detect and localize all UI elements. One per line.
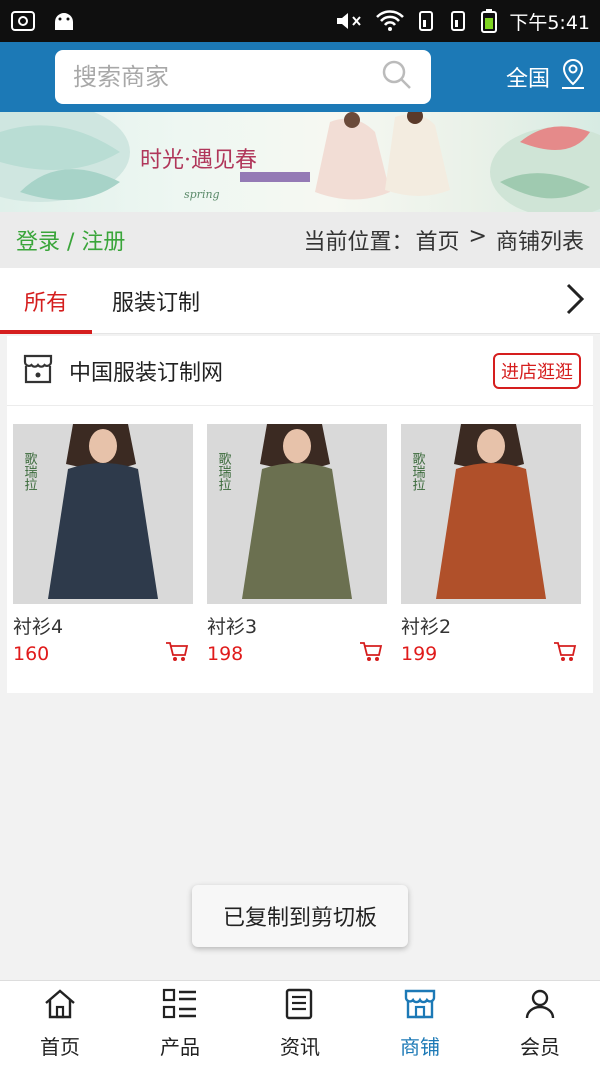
banner-illustration: [0, 112, 600, 212]
nav-news[interactable]: 资讯: [240, 981, 360, 1067]
category-tabs: 所有 服装订制: [0, 268, 600, 334]
store-card: 中国服装订制网 进店逛逛 歌瑞拉 衬衫4 160 歌瑞拉 衬衫3 198 歌瑞拉…: [7, 336, 593, 693]
nav-home[interactable]: 首页: [0, 981, 120, 1067]
status-bar: 下午5:41: [0, 0, 600, 42]
toast-message: 已复制到剪切板: [192, 885, 408, 947]
product-price: 199: [401, 643, 438, 665]
region-label: 全国: [505, 67, 550, 92]
chevron-right-icon[interactable]: [564, 282, 586, 320]
product-image[interactable]: 歌瑞拉: [207, 424, 387, 604]
cart-icon[interactable]: [553, 641, 577, 667]
visit-store-button[interactable]: 进店逛逛: [493, 352, 581, 389]
product-name[interactable]: 衬衫3: [207, 612, 387, 639]
nav-member-label: 会员: [520, 1035, 560, 1059]
news-icon: [284, 988, 316, 1025]
brand-mark: 歌瑞拉: [216, 452, 232, 491]
search-box[interactable]: [55, 50, 431, 104]
cart-icon[interactable]: [359, 641, 383, 667]
location-pin-icon: [558, 58, 588, 96]
home-icon: [43, 988, 77, 1025]
product-name[interactable]: 衬衫2: [401, 612, 581, 639]
nav-stores-label: 商铺: [400, 1035, 440, 1059]
search-input[interactable]: [73, 63, 381, 91]
store-icon: [403, 988, 437, 1025]
tab-all[interactable]: 所有: [0, 268, 92, 334]
product-image[interactable]: 歌瑞拉: [401, 424, 581, 604]
brand-mark: 歌瑞拉: [22, 452, 38, 491]
wifi-icon: [375, 10, 405, 32]
nav-home-label: 首页: [40, 1035, 80, 1059]
store-icon: [21, 352, 55, 390]
screenshot-icon: [10, 10, 36, 32]
nav-news-label: 资讯: [280, 1035, 320, 1059]
user-icon: [524, 988, 556, 1025]
product-item[interactable]: 歌瑞拉 衬衫3 198: [207, 424, 387, 667]
breadcrumb-prefix: 当前位置：: [303, 230, 414, 255]
product-list: 歌瑞拉 衬衫4 160 歌瑞拉 衬衫3 198 歌瑞拉 衬衫2 199: [7, 406, 593, 667]
breadcrumb-separator: >: [461, 224, 494, 249]
sim2-signal-icon: [449, 10, 469, 32]
cart-icon[interactable]: [165, 641, 189, 667]
region-selector[interactable]: 全国: [506, 58, 588, 96]
bottom-nav: 首页 产品 资讯 商铺 会员: [0, 980, 600, 1067]
mute-icon: [335, 10, 363, 32]
store-header: 中国服装订制网 进店逛逛: [7, 336, 593, 406]
status-time: 下午5:41: [509, 11, 590, 34]
brand-mark: 歌瑞拉: [410, 452, 426, 491]
grid-list-icon: [162, 988, 198, 1025]
store-name: 中国服装订制网: [69, 360, 224, 386]
sim1-signal-icon: [417, 10, 437, 32]
banner-subline: spring: [184, 188, 220, 201]
breadcrumb-home[interactable]: 首页: [416, 224, 460, 256]
android-icon: [52, 10, 76, 32]
product-item[interactable]: 歌瑞拉 衬衫2 199: [401, 424, 581, 667]
tab-clothing-custom[interactable]: 服装订制: [112, 268, 200, 334]
product-price: 198: [207, 643, 244, 665]
promo-banner[interactable]: 时光·遇见春 spring: [0, 112, 600, 212]
search-icon[interactable]: [381, 59, 413, 95]
login-register-link[interactable]: 登录 / 注册: [16, 224, 125, 256]
nav-member[interactable]: 会员: [480, 981, 600, 1067]
product-name[interactable]: 衬衫4: [13, 612, 193, 639]
nav-products[interactable]: 产品: [120, 981, 240, 1067]
product-price: 160: [13, 643, 50, 665]
app-header: 全国: [0, 42, 600, 112]
breadcrumb-current: 商铺列表: [495, 230, 584, 255]
nav-stores[interactable]: 商铺: [360, 981, 480, 1067]
nav-products-label: 产品: [160, 1035, 200, 1059]
banner-headline: 时光·遇见春: [140, 148, 257, 173]
breadcrumb: 当前位置： 首页 > 商铺列表: [304, 224, 584, 256]
product-image[interactable]: 歌瑞拉: [13, 424, 193, 604]
battery-icon: [481, 9, 498, 33]
info-bar: 登录 / 注册 当前位置： 首页 > 商铺列表: [0, 212, 600, 268]
product-item[interactable]: 歌瑞拉 衬衫4 160: [13, 424, 193, 667]
